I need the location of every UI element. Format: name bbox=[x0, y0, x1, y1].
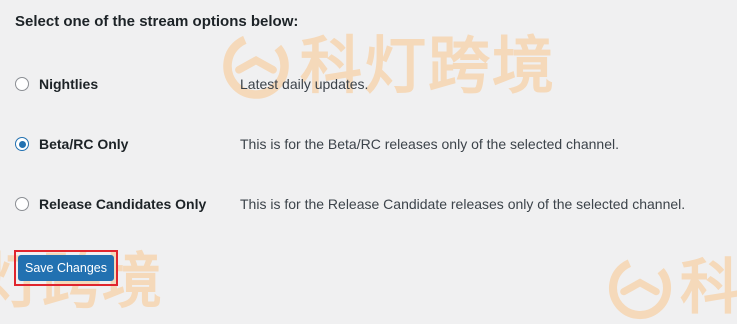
save-button-highlight: Save Changes bbox=[14, 250, 118, 286]
section-heading: Select one of the stream options below: bbox=[15, 13, 299, 30]
option-description-release-candidates: This is for the Release Candidate releas… bbox=[240, 196, 686, 212]
watermark-bottom-right: 科 bbox=[604, 252, 737, 324]
option-row-release-candidates: Release Candidates Only This is for the … bbox=[15, 192, 715, 216]
option-row-nightlies: Nightlies Latest daily updates. bbox=[15, 72, 715, 96]
radio-release-candidates[interactable] bbox=[15, 197, 29, 211]
radio-nightlies[interactable] bbox=[15, 77, 29, 91]
option-label-beta-rc[interactable]: Beta/RC Only bbox=[39, 136, 234, 152]
save-changes-button[interactable]: Save Changes bbox=[17, 255, 114, 281]
option-label-nightlies[interactable]: Nightlies bbox=[39, 76, 234, 92]
radio-beta-rc[interactable] bbox=[15, 137, 29, 151]
option-description-nightlies: Latest daily updates. bbox=[240, 76, 369, 92]
option-label-release-candidates[interactable]: Release Candidates Only bbox=[39, 196, 234, 212]
option-description-beta-rc: This is for the Beta/RC releases only of… bbox=[240, 136, 619, 152]
option-row-beta-rc: Beta/RC Only This is for the Beta/RC rel… bbox=[15, 132, 715, 156]
watermark-text: 科 bbox=[680, 253, 737, 323]
watermark-logo-icon bbox=[608, 256, 672, 320]
